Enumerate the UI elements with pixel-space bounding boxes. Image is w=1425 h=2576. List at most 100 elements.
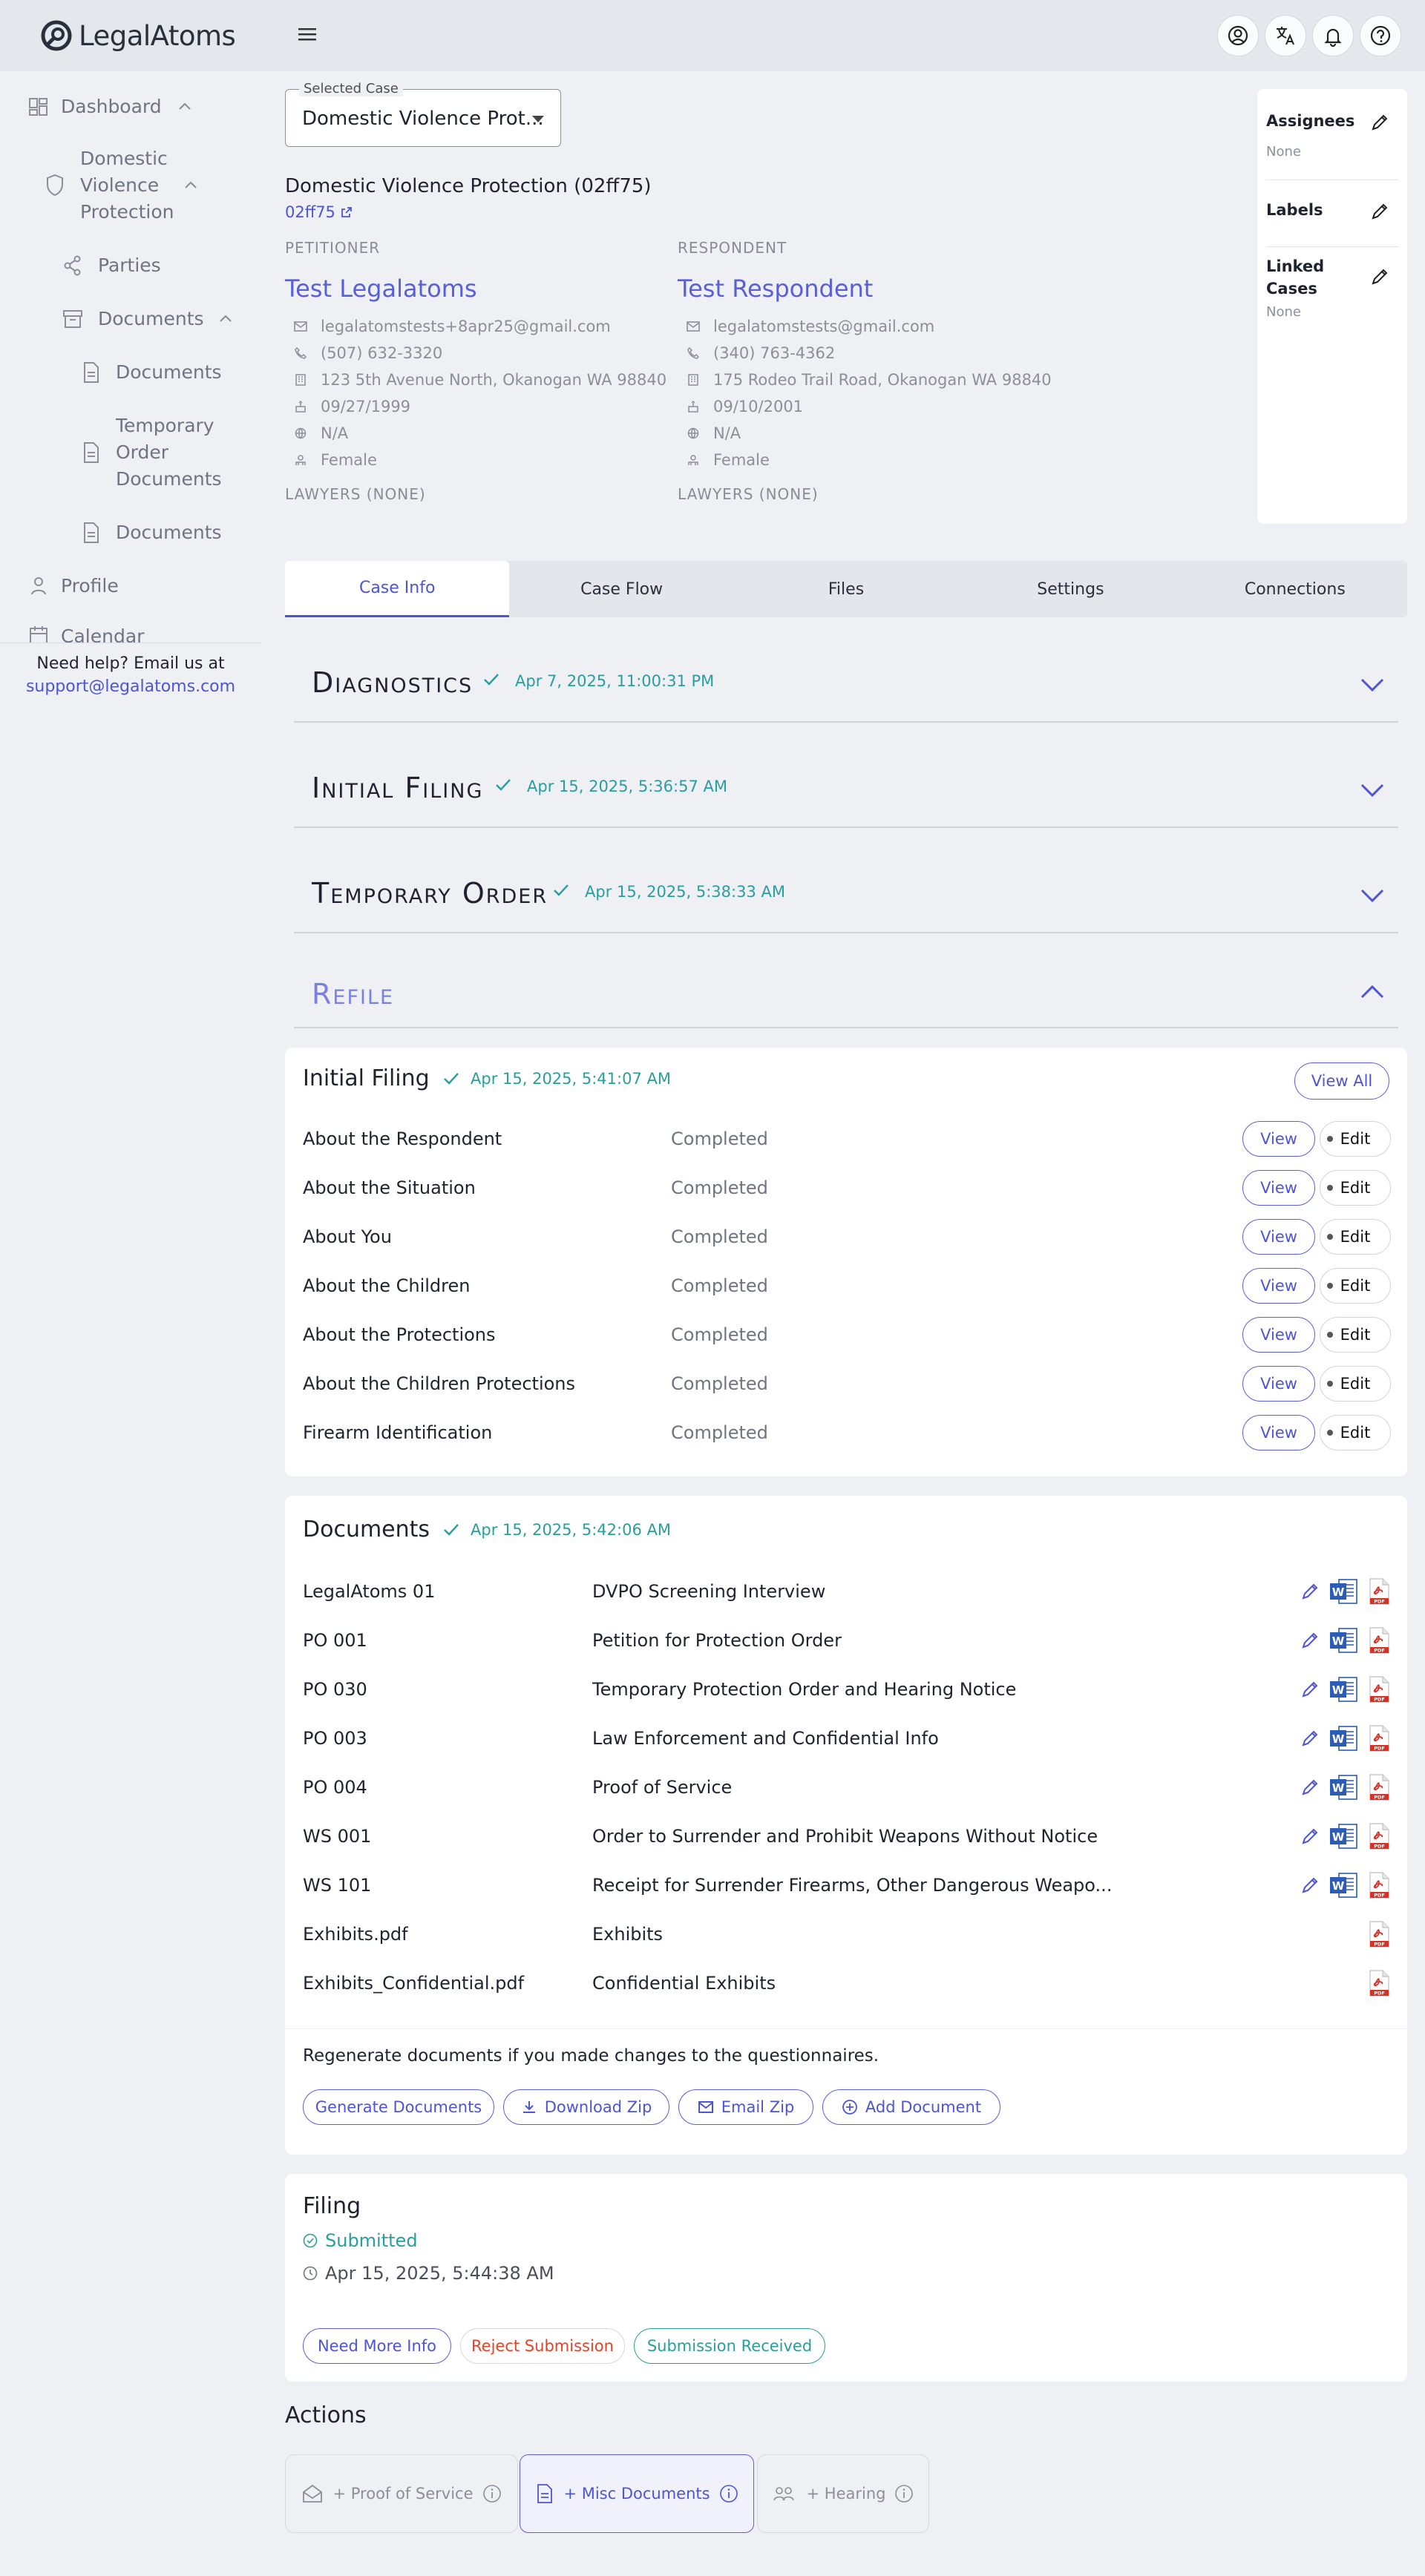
edit-button[interactable]: Edit bbox=[1320, 1415, 1391, 1450]
word-file-icon[interactable]: W bbox=[1329, 1676, 1358, 1703]
proof-of-service-label: + Proof of Service bbox=[332, 2485, 474, 2503]
translate-button[interactable] bbox=[1265, 15, 1306, 56]
sidebar-item-documents-2[interactable]: Documents bbox=[82, 519, 222, 546]
word-file-icon[interactable]: W bbox=[1329, 1774, 1358, 1801]
stage-temporary-order[interactable]: Temporary Order Apr 15, 2025, 5:38:33 AM bbox=[294, 852, 1398, 933]
tab-case-info[interactable]: Case Info bbox=[285, 561, 510, 617]
pdf-file-icon[interactable]: PDF bbox=[1367, 1969, 1391, 1997]
sidebar-item-dashboard[interactable]: Dashboard bbox=[28, 93, 191, 120]
generate-documents-button[interactable]: Generate Documents bbox=[303, 2089, 494, 2125]
chevron-down-icon[interactable] bbox=[1360, 677, 1385, 693]
edit-pencil-icon[interactable] bbox=[1300, 1631, 1320, 1650]
need-more-info-button[interactable]: Need More Info bbox=[303, 2328, 451, 2364]
view-button[interactable]: View bbox=[1242, 1415, 1315, 1450]
svg-text:PDF: PDF bbox=[1374, 1599, 1385, 1605]
respondent-address: 175 Rodeo Trail Road, Okanogan WA 98840 bbox=[713, 371, 1052, 389]
card-timestamp: Apr 15, 2025, 5:42:06 AM bbox=[442, 1521, 671, 1539]
sidebar-item-documents[interactable]: Documents bbox=[62, 306, 232, 332]
chevron-up-icon[interactable] bbox=[1360, 984, 1385, 1000]
pdf-file-icon[interactable]: PDF bbox=[1367, 1724, 1391, 1752]
pdf-file-icon[interactable]: PDF bbox=[1367, 1920, 1391, 1948]
view-button[interactable]: View bbox=[1242, 1219, 1315, 1255]
stage-refile[interactable]: Refile bbox=[294, 957, 1398, 1028]
document-code: WS 001 bbox=[303, 1826, 372, 1847]
document-code: Exhibits.pdf bbox=[303, 1924, 408, 1945]
submission-received-button[interactable]: Submission Received bbox=[634, 2328, 825, 2364]
pdf-file-icon[interactable]: PDF bbox=[1367, 1675, 1391, 1703]
word-file-icon[interactable]: W bbox=[1329, 1725, 1358, 1752]
view-button[interactable]: View bbox=[1242, 1268, 1315, 1304]
edit-pencil-icon[interactable] bbox=[1300, 1876, 1320, 1895]
document-code: PO 001 bbox=[303, 1630, 367, 1651]
pdf-file-icon[interactable]: PDF bbox=[1367, 1822, 1391, 1850]
stage-initial-filing[interactable]: Initial Filing Apr 15, 2025, 5:36:57 AM bbox=[294, 746, 1398, 828]
add-document-button[interactable]: Add Document bbox=[822, 2089, 1000, 2125]
sidebar-item-documents-1[interactable]: Documents bbox=[82, 359, 222, 386]
plus-circle-icon bbox=[842, 2100, 857, 2115]
sidebar-item-calendar[interactable]: Calendar bbox=[28, 623, 144, 643]
edit-pencil-icon[interactable] bbox=[1300, 1680, 1320, 1699]
actions-title: Actions bbox=[285, 2402, 367, 2428]
word-file-icon[interactable]: W bbox=[1329, 1578, 1358, 1605]
stage-diagnostics[interactable]: Diagnostics Apr 7, 2025, 11:00:31 PM bbox=[294, 641, 1398, 723]
add-hearing-button[interactable]: + Hearing bbox=[757, 2454, 929, 2533]
respondent-name[interactable]: Test Respondent bbox=[678, 275, 1064, 303]
sidebar-item-temporary-order-documents[interactable]: Temporary Order Documents bbox=[82, 413, 227, 493]
download-zip-button[interactable]: Download Zip bbox=[503, 2089, 669, 2125]
edit-pencil-icon[interactable] bbox=[1300, 1729, 1320, 1748]
edit-pencil-icon[interactable] bbox=[1370, 202, 1389, 221]
respondent-role: RESPONDENT bbox=[678, 239, 787, 257]
sidebar-item-profile[interactable]: Profile bbox=[28, 573, 119, 599]
edit-pencil-icon[interactable] bbox=[1370, 113, 1389, 132]
edit-button[interactable]: Edit bbox=[1320, 1170, 1391, 1206]
document-actions: W PDF bbox=[1300, 1577, 1391, 1606]
pdf-file-icon[interactable]: PDF bbox=[1367, 1773, 1391, 1801]
edit-button[interactable]: Edit bbox=[1320, 1121, 1391, 1157]
chevron-down-icon[interactable] bbox=[1360, 782, 1385, 798]
help-email-link[interactable]: support@legalatoms.com bbox=[0, 675, 261, 698]
tab-files[interactable]: Files bbox=[734, 561, 958, 617]
email-zip-button[interactable]: Email Zip bbox=[678, 2089, 813, 2125]
word-file-icon[interactable]: W bbox=[1329, 1627, 1358, 1654]
tab-case-flow[interactable]: Case Flow bbox=[509, 561, 733, 617]
questionnaire-status: Completed bbox=[671, 1226, 768, 1247]
help-button[interactable] bbox=[1360, 15, 1401, 56]
reject-submission-button[interactable]: Reject Submission bbox=[460, 2328, 625, 2364]
view-button[interactable]: View bbox=[1242, 1317, 1315, 1353]
view-button[interactable]: View bbox=[1242, 1121, 1315, 1157]
edit-button[interactable]: Edit bbox=[1320, 1317, 1391, 1353]
card-timestamp: Apr 15, 2025, 5:41:07 AM bbox=[442, 1070, 671, 1088]
view-button[interactable]: View bbox=[1242, 1366, 1315, 1402]
document-actions: W PDF bbox=[1300, 1822, 1391, 1850]
pdf-file-icon[interactable]: PDF bbox=[1367, 1626, 1391, 1655]
petitioner-name[interactable]: Test Legalatoms bbox=[285, 275, 671, 303]
app-logo[interactable]: LegalAtoms bbox=[39, 18, 236, 53]
edit-button[interactable]: Edit bbox=[1320, 1219, 1391, 1255]
edit-pencil-icon[interactable] bbox=[1370, 267, 1389, 286]
edit-pencil-icon[interactable] bbox=[1300, 1778, 1320, 1797]
sidebar-item-case[interactable]: Domestic Violence Protection bbox=[45, 145, 197, 226]
view-all-button[interactable]: View All bbox=[1294, 1062, 1389, 1100]
edit-button[interactable]: Edit bbox=[1320, 1268, 1391, 1304]
add-proof-of-service-button[interactable]: + Proof of Service bbox=[285, 2454, 518, 2533]
view-button[interactable]: View bbox=[1242, 1170, 1315, 1206]
edit-button[interactable]: Edit bbox=[1320, 1366, 1391, 1402]
sidebar-item-parties[interactable]: Parties bbox=[62, 252, 161, 279]
account-button[interactable] bbox=[1217, 15, 1259, 56]
word-file-icon[interactable]: W bbox=[1329, 1872, 1358, 1899]
pdf-file-icon[interactable]: PDF bbox=[1367, 1871, 1391, 1899]
case-code-link[interactable]: 02ff75 bbox=[285, 203, 353, 221]
edit-pencil-icon[interactable] bbox=[1300, 1827, 1320, 1846]
pdf-file-icon[interactable]: PDF bbox=[1367, 1577, 1391, 1606]
menu-toggle-icon[interactable] bbox=[297, 25, 319, 45]
add-misc-documents-button[interactable]: + Misc Documents bbox=[520, 2454, 754, 2533]
edit-pencil-icon[interactable] bbox=[1300, 1582, 1320, 1601]
tab-settings[interactable]: Settings bbox=[958, 561, 1182, 617]
tab-connections[interactable]: Connections bbox=[1183, 561, 1407, 617]
petitioner-dob: 09/27/1999 bbox=[321, 398, 411, 415]
word-file-icon[interactable]: W bbox=[1329, 1823, 1358, 1850]
selected-case-select[interactable]: Selected Case Domestic Violence Prot... bbox=[285, 81, 561, 147]
chevron-down-icon[interactable] bbox=[1360, 887, 1385, 904]
notifications-button[interactable] bbox=[1312, 15, 1354, 56]
chevron-up-icon bbox=[185, 181, 197, 188]
